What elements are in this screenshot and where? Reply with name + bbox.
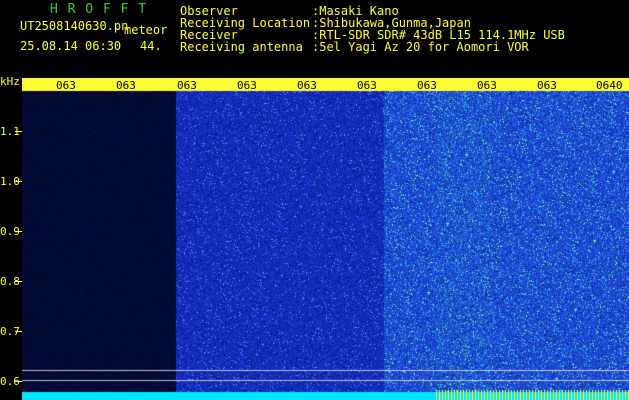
y-tick [15,131,22,132]
time-label: 063 [116,79,136,92]
program-title: H R O F F T [50,2,148,17]
time-label: 063 [537,79,557,92]
time-label: 063 [56,79,76,92]
count-label: 44. [140,39,162,53]
time-label: 0640 [596,79,623,92]
waterfall-spectrogram [22,78,629,400]
time-label: 063 [237,79,257,92]
y-tick [15,281,22,282]
y-tick [15,181,22,182]
y-tick [15,381,22,382]
time-label: 063 [417,79,437,92]
time-label: 063 [297,79,317,92]
time-label: 063 [357,79,377,92]
y-tick [15,231,22,232]
antenna-value: :5el Yagi Az 20 for Aomori VOR [312,40,529,54]
time-label: 063 [177,79,197,92]
time-label: 063 [477,79,497,92]
meteor-label: meteor [124,23,168,37]
datetime-label: 25.08.14 06:30 [20,39,122,53]
y-tick [15,331,22,332]
y-axis-unit: kHz [0,75,20,88]
antenna-label: Receiving antenna [180,40,303,54]
filename-label: UT2508140630.pn [20,19,129,33]
